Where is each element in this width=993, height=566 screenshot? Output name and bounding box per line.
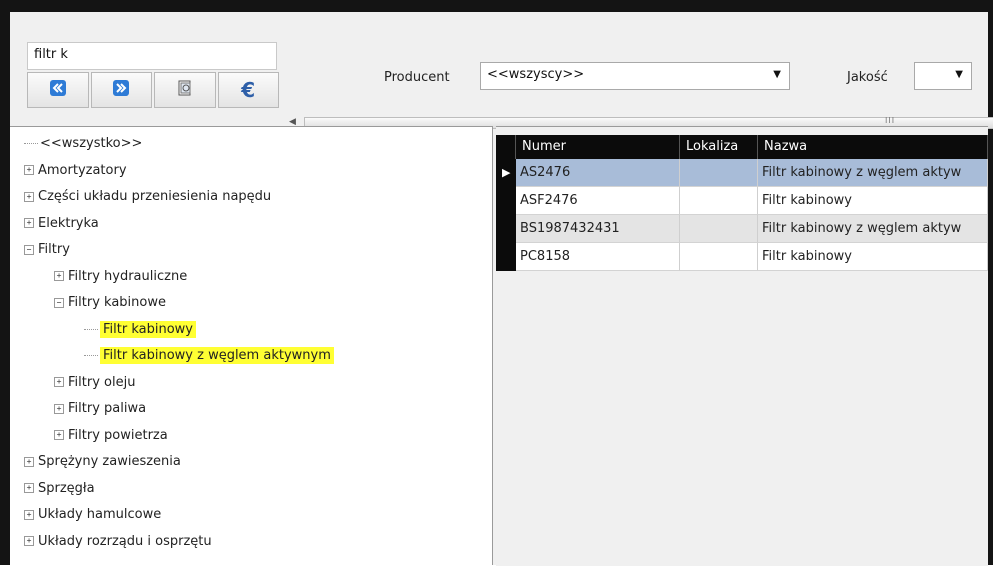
expand-icon[interactable]: + xyxy=(24,165,34,175)
tree-item-label: Sprzęgła xyxy=(38,480,95,496)
jakosc-select[interactable]: ▼ xyxy=(914,62,972,90)
window-border-top xyxy=(0,0,993,12)
expand-icon[interactable]: + xyxy=(54,430,64,440)
tree-item[interactable]: Filtr kabinowy z węglem aktywnym xyxy=(84,345,334,367)
nav-button-bar: € xyxy=(27,72,279,108)
tree-item[interactable]: + Sprzęgła xyxy=(24,478,95,500)
producent-label: Producent xyxy=(384,70,450,85)
table-cell[interactable]: Filtr kabinowy xyxy=(758,187,988,215)
app-window: filtr k € Producent <<wszyscy>> ▼ Jakość… xyxy=(0,0,993,566)
category-tree: <<wszystko>> + Amortyzatory + Części układu … xyxy=(10,126,493,565)
expand-icon[interactable]: + xyxy=(24,509,34,520)
tree-item-label: Układy hamulcowe xyxy=(38,507,162,522)
tree-item-label: Sprężyny zawieszenia xyxy=(38,454,181,469)
tree-item-label: <<wszystko>> xyxy=(40,136,143,151)
expand-icon[interactable]: + xyxy=(24,218,34,228)
tree-item-label: Elektryka xyxy=(38,215,99,231)
rewind-icon xyxy=(49,79,67,101)
row-header[interactable]: ▶ xyxy=(496,159,516,187)
row-header[interactable] xyxy=(496,215,516,243)
table-cell[interactable]: AS2476 xyxy=(516,159,680,187)
expand-icon[interactable]: + xyxy=(54,403,64,414)
column-header[interactable]: Lokaliza xyxy=(680,135,758,159)
column-header[interactable]: Numer xyxy=(516,135,680,159)
table-cell[interactable]: BS1987432431 xyxy=(516,215,680,243)
producent-value: <<wszyscy>> xyxy=(487,67,585,82)
expand-icon[interactable]: + xyxy=(54,377,64,387)
expand-icon[interactable]: + xyxy=(54,271,64,281)
first-button[interactable] xyxy=(27,72,89,108)
tree-item[interactable]: − Filtry xyxy=(24,239,70,261)
tree-item-label: Filtry oleju xyxy=(68,374,136,390)
tree-item[interactable]: + Części układu przeniesienia napędu xyxy=(24,186,271,208)
tree-item[interactable]: + Elektryka xyxy=(24,213,99,235)
table-cell[interactable] xyxy=(680,187,758,215)
tree-item[interactable]: − Filtry kabinowe xyxy=(54,292,166,314)
chevron-down-icon: ▼ xyxy=(955,69,963,80)
collapse-icon[interactable]: − xyxy=(24,244,34,255)
row-header[interactable] xyxy=(496,187,516,215)
jakosc-label: Jakość xyxy=(847,70,888,85)
tree-item-label: Filtr kabinowy xyxy=(100,320,196,338)
expand-icon[interactable]: + xyxy=(24,456,34,467)
tree-item-label: Filtry xyxy=(38,242,70,257)
search-input[interactable]: filtr k xyxy=(27,42,277,70)
tree-item-label: Części układu przeniesienia napędu xyxy=(38,189,272,204)
tree-item-label: Układy rozrządu i osprzętu xyxy=(38,533,212,549)
table-cell[interactable]: Filtr kabinowy z węglem aktyw xyxy=(758,215,988,243)
grid-corner xyxy=(496,135,516,159)
tree-item-label: Filtry kabinowe xyxy=(68,295,166,310)
tree-line xyxy=(84,355,98,356)
toolbar: filtr k € Producent <<wszyscy>> ▼ Jakość… xyxy=(10,12,993,129)
tree-item-label: Filtry paliwa xyxy=(68,401,147,416)
current-row-icon: ▶ xyxy=(502,166,511,179)
tree-item-label: Filtry hydrauliczne xyxy=(68,268,188,284)
euro-icon: € xyxy=(241,78,256,102)
tree-item[interactable]: + Filtry paliwa xyxy=(54,398,146,420)
scroll-grip[interactable]: III xyxy=(885,116,895,125)
tree-line xyxy=(84,328,98,330)
parts-grid: Numer Lokaliza Nazwa ▶ AS2476 Filtr kabinowy … xyxy=(496,126,988,566)
window-border-left xyxy=(0,0,10,565)
window-border-right xyxy=(988,0,993,565)
table-cell[interactable]: Filtr kabinowy z węglem aktyw xyxy=(758,159,988,187)
table-cell[interactable] xyxy=(680,215,758,243)
last-button[interactable] xyxy=(90,72,152,108)
tree-item[interactable]: + Amortyzatory xyxy=(24,160,127,182)
producent-select[interactable]: <<wszyscy>> ▼ xyxy=(480,62,790,90)
row-header[interactable] xyxy=(496,243,516,271)
collapse-icon[interactable]: − xyxy=(54,297,64,308)
tree-item[interactable]: + Sprężyny zawieszenia xyxy=(24,451,181,473)
table-cell[interactable]: PC8158 xyxy=(516,243,680,271)
tree-item[interactable]: <<wszystko>> xyxy=(24,133,142,155)
tree-item[interactable]: + Filtry powietrza xyxy=(54,425,168,447)
expand-icon[interactable]: + xyxy=(24,191,34,202)
table-cell[interactable]: ASF2476 xyxy=(516,187,680,215)
expand-icon[interactable]: + xyxy=(24,536,34,546)
tree-item-label: Filtr kabinowy z węglem aktywnym xyxy=(100,347,334,364)
table-cell[interactable] xyxy=(680,159,758,187)
tree-item-label: Filtry powietrza xyxy=(68,427,168,443)
tree-item-label: Amortyzatory xyxy=(38,162,127,178)
tree-item[interactable]: + Układy rozrządu i osprzętu xyxy=(24,531,212,553)
table-cell[interactable] xyxy=(680,243,758,271)
tree-item[interactable]: + Filtry hydrauliczne xyxy=(54,266,187,288)
tree-item[interactable]: Filtr kabinowy xyxy=(84,319,196,341)
tree-line xyxy=(24,143,38,144)
column-header[interactable]: Nazwa xyxy=(758,135,988,159)
chevron-down-icon: ▼ xyxy=(773,69,781,80)
copy-button[interactable] xyxy=(154,72,216,108)
expand-icon[interactable]: + xyxy=(24,483,34,493)
table-cell[interactable]: Filtr kabinowy xyxy=(758,243,988,271)
euro-button[interactable]: € xyxy=(217,72,279,108)
fast-forward-icon xyxy=(112,79,130,101)
tree-item[interactable]: + Filtry oleju xyxy=(54,372,135,394)
tree-item[interactable]: + Układy hamulcowe xyxy=(24,504,161,526)
copy-icon xyxy=(176,79,194,101)
